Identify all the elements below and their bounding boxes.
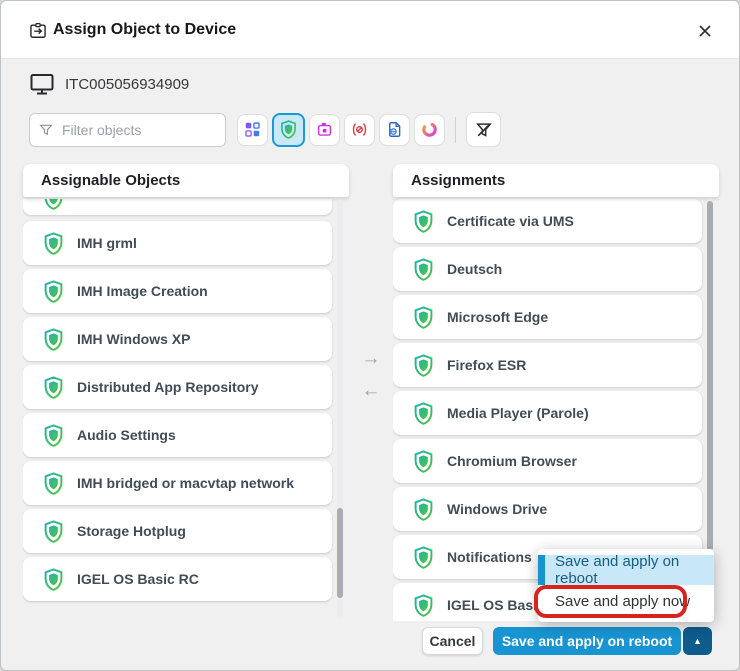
monitor-icon: [29, 71, 55, 97]
filter-apps-button[interactable]: [414, 114, 445, 146]
list-item-label: Firefox ESR: [447, 357, 526, 373]
list-item-label: Chromium Browser: [447, 453, 577, 469]
list-item[interactable]: Windows Drive: [393, 487, 702, 531]
object-type-filter-group: [237, 113, 445, 147]
list-item-partial[interactable]: [23, 199, 332, 215]
profile-shield-icon: [413, 594, 434, 617]
profile-shield-icon: [413, 498, 434, 521]
profile-shield-icon: [43, 472, 64, 495]
left-scrollbar-thumb[interactable]: [337, 508, 343, 598]
device-row: ITC005056934909: [29, 71, 189, 97]
profile-shield-icon: [43, 520, 64, 543]
filter-profiles-button[interactable]: [272, 113, 305, 147]
close-button[interactable]: [693, 19, 717, 43]
profile-shield-icon: [413, 354, 434, 377]
dialog-header: Assign Object to Device: [1, 1, 739, 59]
menu-item-save-apply-reboot[interactable]: Save and apply on reboot: [538, 555, 714, 585]
funnel-icon: [38, 122, 54, 138]
profile-shield-icon: [413, 306, 434, 329]
list-item-label: Storage Hotplug: [77, 523, 186, 539]
assignments-header: Assignments: [393, 164, 719, 197]
list-item[interactable]: Storage Hotplug: [23, 509, 332, 553]
assignable-objects-header: Assignable Objects: [23, 164, 349, 197]
list-item[interactable]: IMH bridged or macvtap network: [23, 461, 332, 505]
profile-shield-icon: [43, 232, 64, 255]
assignable-objects-panel: Assignable Objects IMH grml IMH Image Cr…: [23, 164, 349, 621]
filter-row: [29, 112, 501, 147]
divider: [455, 117, 456, 143]
list-item-label: Media Player (Parole): [447, 405, 589, 421]
save-options-toggle-button[interactable]: ▲: [683, 627, 712, 655]
close-icon: [697, 23, 713, 39]
list-item-label: IMH grml: [77, 235, 137, 251]
profile-shield-icon: [43, 568, 64, 591]
profile-shield-icon: [413, 402, 434, 425]
unassign-arrow-button[interactable]: ←: [362, 381, 381, 400]
badge-icon: [315, 120, 334, 139]
list-item[interactable]: IGEL OS Basic RC: [23, 557, 332, 601]
filter-firmware-customizations-button[interactable]: [309, 114, 340, 146]
list-item[interactable]: IMH Image Creation: [23, 269, 332, 313]
list-item-label: IMH Windows XP: [77, 331, 190, 347]
list-item-label: Audio Settings: [77, 427, 176, 443]
profile-shield-icon: [413, 210, 434, 233]
assign-icon: [28, 21, 48, 41]
list-item-label: IGEL OS Basic: [447, 597, 545, 613]
menu-item-save-apply-now[interactable]: Save and apply now: [538, 585, 714, 617]
list-item-label: IMH Image Creation: [77, 283, 208, 299]
list-item-label: Certificate via UMS: [447, 213, 574, 229]
save-options-menu: Save and apply on reboot Save and apply …: [538, 549, 714, 622]
cancel-button[interactable]: Cancel: [422, 627, 483, 655]
assignable-objects-list: IMH grml IMH Image Creation IMH Windows …: [23, 197, 349, 621]
menu-item-label: Save and apply on reboot: [555, 553, 714, 587]
filter-objects-input[interactable]: [29, 113, 226, 147]
list-item[interactable]: Firefox ESR: [393, 343, 702, 387]
clear-filter-icon: [474, 120, 494, 140]
list-item[interactable]: IMH Windows XP: [23, 317, 332, 361]
list-item-label: Windows Drive: [447, 501, 547, 517]
assign-arrow-button[interactable]: →: [362, 349, 381, 368]
profile-shield-icon: [413, 258, 434, 281]
list-item[interactable]: IMH grml: [23, 221, 332, 265]
list-item[interactable]: Chromium Browser: [393, 439, 702, 483]
list-item-label: IMH bridged or macvtap network: [77, 475, 294, 491]
profile-shield-icon: [43, 280, 64, 303]
menu-item-label: Save and apply now: [555, 593, 690, 610]
right-scrollbar-thumb[interactable]: [707, 201, 713, 551]
list-item[interactable]: Media Player (Parole): [393, 391, 702, 435]
swirl-icon: [420, 120, 439, 139]
dialog-footer: Cancel Save and apply on reboot ▲: [1, 626, 739, 670]
list-item-label: IGEL OS Basic RC: [77, 571, 199, 587]
list-item-label: Distributed App Repository: [77, 379, 259, 395]
save-apply-reboot-button[interactable]: Save and apply on reboot: [493, 627, 681, 655]
device-id: ITC005056934909: [65, 76, 189, 93]
list-item-label: Deutsch: [447, 261, 502, 277]
list-item[interactable]: Distributed App Repository: [23, 365, 332, 409]
profile-shield-icon: [413, 450, 434, 473]
profile-shield-icon: [43, 424, 64, 447]
dialog-title: Assign Object to Device: [53, 1, 236, 59]
clear-filter-button[interactable]: [466, 112, 501, 147]
filter-all-object-types-button[interactable]: [237, 114, 268, 146]
transfer-controls: → ←: [353, 349, 389, 400]
list-item[interactable]: Deutsch: [393, 247, 702, 291]
profile-shield-icon: [43, 328, 64, 351]
list-item[interactable]: Certificate via UMS: [393, 199, 702, 243]
grid-icon: [243, 120, 262, 139]
list-item-label: Microsoft Edge: [447, 309, 548, 325]
circle-slash-icon: [350, 120, 369, 139]
list-item[interactable]: Microsoft Edge: [393, 295, 702, 339]
selected-indicator-bar: [538, 555, 545, 585]
profile-shield-icon: [43, 376, 64, 399]
filter-files-button[interactable]: [379, 114, 410, 146]
list-item[interactable]: Audio Settings: [23, 413, 332, 457]
filter-priority-profiles-button[interactable]: [344, 114, 375, 146]
assign-object-dialog: Assign Object to Device ITC005056934909: [0, 0, 740, 671]
profile-shield-icon: [43, 199, 64, 210]
file-icon: [385, 120, 404, 139]
profile-shield-icon: [413, 546, 434, 569]
list-item-label: Notifications: [447, 549, 532, 565]
shield-icon: [279, 120, 298, 139]
caret-up-icon: ▲: [693, 636, 702, 646]
